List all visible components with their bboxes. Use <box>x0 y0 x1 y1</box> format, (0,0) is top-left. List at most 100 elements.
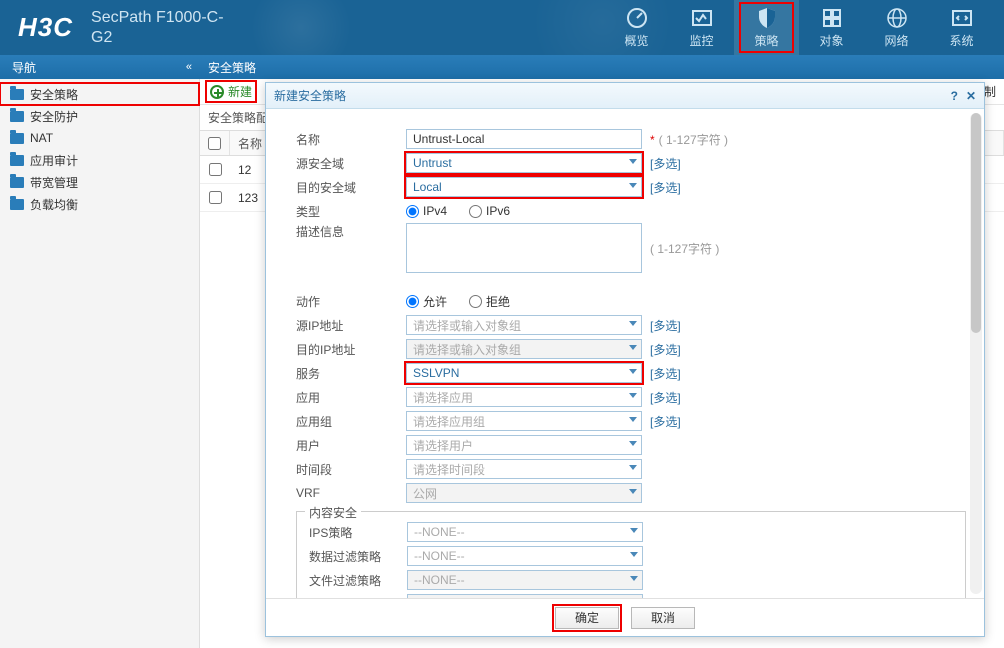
new-button[interactable]: 新建 <box>208 83 254 100</box>
create-policy-dialog: 新建安全策略 ? ✕ 名称 *( 1-127字符 ) 源安全域 Untrust … <box>265 82 985 637</box>
label-name: 名称 <box>296 131 406 148</box>
chevron-down-icon <box>629 489 637 494</box>
sidebar-item-bandwidth[interactable]: 带宽管理 <box>0 171 199 193</box>
sidebar-item-app-audit[interactable]: 应用审计 <box>0 149 199 171</box>
folder-icon <box>10 89 24 100</box>
chevron-down-icon <box>630 528 638 533</box>
chevron-down-icon <box>630 576 638 581</box>
cancel-button[interactable]: 取消 <box>631 607 695 629</box>
folder-icon <box>10 155 24 166</box>
brand-logo: H3C <box>18 12 73 43</box>
help-icon[interactable]: ? <box>951 89 958 103</box>
label-dst-ip: 目的IP地址 <box>296 341 406 358</box>
chevron-down-icon <box>629 321 637 326</box>
file-filter-select[interactable]: --NONE-- <box>407 570 643 590</box>
row-checkbox[interactable] <box>209 191 222 204</box>
product-name: SecPath F1000-C- G2 <box>91 8 224 46</box>
app-group-select[interactable]: 请选择应用组 <box>406 411 642 431</box>
dst-zone-select[interactable]: Local <box>406 177 642 197</box>
dialog-title: 新建安全策略 <box>274 87 346 104</box>
multi-link[interactable]: [多选] <box>650 317 681 334</box>
label-app-group: 应用组 <box>296 413 406 430</box>
globe-icon <box>885 6 909 30</box>
service-select[interactable]: SSLVPN <box>406 363 642 383</box>
scrollbar[interactable] <box>970 113 982 594</box>
app-header: H3C SecPath F1000-C- G2 概览 监控 策略 对象 网络 系… <box>0 0 1004 55</box>
topnav-monitor[interactable]: 监控 <box>669 0 734 55</box>
multi-link[interactable]: [多选] <box>650 341 681 358</box>
chevron-down-icon <box>629 465 637 470</box>
collapse-icon[interactable]: « <box>186 61 192 73</box>
dialog-body: 名称 *( 1-127字符 ) 源安全域 Untrust [多选] 目的安全域 … <box>266 109 984 598</box>
label-desc: 描述信息 <box>296 223 406 240</box>
top-nav: 概览 监控 策略 对象 网络 系统 <box>604 0 994 55</box>
data-filter-select[interactable]: --NONE-- <box>407 546 643 566</box>
label-user: 用户 <box>296 437 406 454</box>
folder-icon <box>10 199 24 210</box>
code-icon <box>950 6 974 30</box>
close-icon[interactable]: ✕ <box>966 89 976 103</box>
ok-button[interactable]: 确定 <box>555 607 619 629</box>
plus-icon <box>210 85 224 99</box>
topnav-policy[interactable]: 策略 <box>734 0 799 55</box>
chevron-down-icon <box>629 441 637 446</box>
label-time: 时间段 <box>296 461 406 478</box>
select-all-checkbox[interactable] <box>208 137 221 150</box>
label-dst-zone: 目的安全域 <box>296 179 406 196</box>
label-type: 类型 <box>296 203 406 220</box>
sub-bar: 导航 « 安全策略 <box>0 55 1004 79</box>
dialog-titlebar: 新建安全策略 ? ✕ <box>266 83 984 109</box>
topnav-overview[interactable]: 概览 <box>604 0 669 55</box>
chevron-down-icon <box>629 159 637 164</box>
sidebar-item-nat[interactable]: NAT <box>0 127 199 149</box>
radio-allow[interactable]: 允许 <box>406 293 447 310</box>
sidebar-item-loadbalance[interactable]: 负载均衡 <box>0 193 199 215</box>
dialog-footer: 确定 取消 <box>266 598 984 636</box>
vrf-select[interactable]: 公网 <box>406 483 642 503</box>
src-zone-select[interactable]: Untrust <box>406 153 642 173</box>
multi-link[interactable]: [多选] <box>650 155 681 172</box>
topnav-object[interactable]: 对象 <box>799 0 864 55</box>
monitor-icon <box>690 6 714 30</box>
topnav-system[interactable]: 系统 <box>929 0 994 55</box>
sidebar: 安全策略 安全防护 NAT 应用审计 带宽管理 负载均衡 <box>0 79 200 648</box>
name-input[interactable] <box>406 129 642 149</box>
radio-deny[interactable]: 拒绝 <box>469 293 510 310</box>
ips-select[interactable]: --NONE-- <box>407 522 643 542</box>
multi-link[interactable]: [多选] <box>650 179 681 196</box>
label-av: 防病毒策略 <box>309 596 407 599</box>
chevron-down-icon <box>629 393 637 398</box>
label-service: 服务 <box>296 365 406 382</box>
multi-link[interactable]: [多选] <box>650 389 681 406</box>
multi-link[interactable]: [多选] <box>650 365 681 382</box>
scrollbar-thumb[interactable] <box>971 113 981 333</box>
time-select[interactable]: 请选择时间段 <box>406 459 642 479</box>
chevron-down-icon <box>629 345 637 350</box>
chevron-down-icon <box>629 369 637 374</box>
src-ip-select[interactable]: 请选择或输入对象组 <box>406 315 642 335</box>
label-ips: IPS策略 <box>309 524 407 541</box>
label-file-filter: 文件过滤策略 <box>309 572 407 589</box>
stack-icon <box>820 6 844 30</box>
label-src-ip: 源IP地址 <box>296 317 406 334</box>
sidebar-item-sec-policy[interactable]: 安全策略 <box>0 83 199 105</box>
radio-ipv6[interactable]: IPv6 <box>469 204 510 218</box>
dst-ip-select[interactable]: 请选择或输入对象组 <box>406 339 642 359</box>
row-checkbox[interactable] <box>209 163 222 176</box>
label-vrf: VRF <box>296 486 406 500</box>
chevron-down-icon <box>629 183 637 188</box>
multi-link[interactable]: [多选] <box>650 413 681 430</box>
chevron-down-icon <box>629 417 637 422</box>
desc-textarea[interactable] <box>406 223 642 273</box>
label-action: 动作 <box>296 293 406 310</box>
user-select[interactable]: 请选择用户 <box>406 435 642 455</box>
folder-icon <box>10 133 24 144</box>
av-select[interactable]: --NONE-- <box>407 594 643 598</box>
label-data-filter: 数据过滤策略 <box>309 548 407 565</box>
topnav-network[interactable]: 网络 <box>864 0 929 55</box>
sidebar-item-sec-protect[interactable]: 安全防护 <box>0 105 199 127</box>
breadcrumb: 安全策略 <box>200 59 256 76</box>
shield-icon <box>755 6 779 30</box>
radio-ipv4[interactable]: IPv4 <box>406 204 447 218</box>
app-select[interactable]: 请选择应用 <box>406 387 642 407</box>
